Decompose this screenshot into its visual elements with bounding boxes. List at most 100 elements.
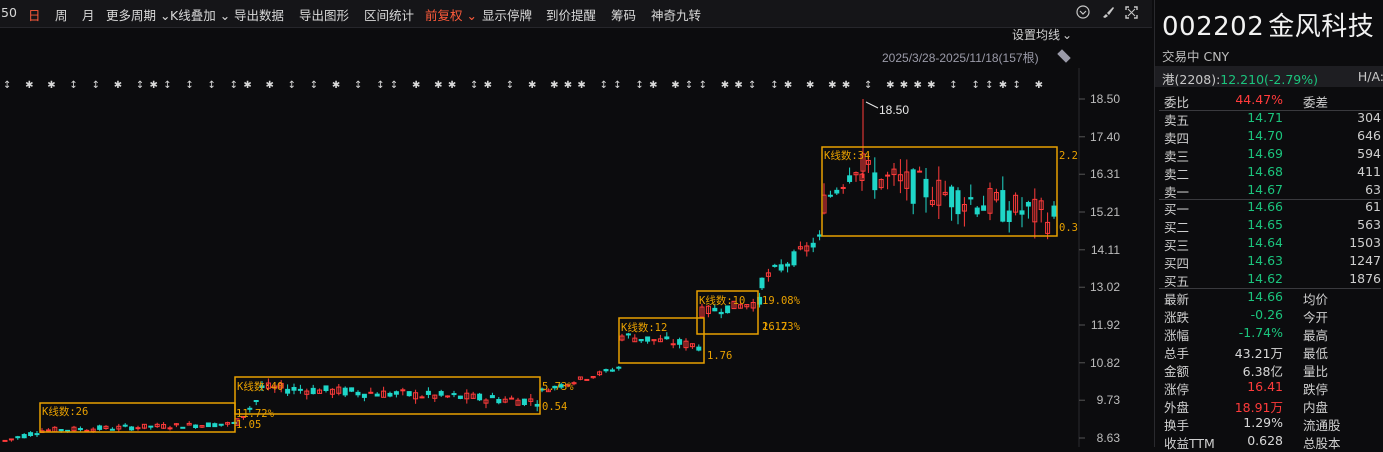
bid-row[interactable]: 买一 14.66 61 <box>1155 199 1383 217</box>
chevron-down-icon: ⌄ <box>219 8 231 23</box>
stat-row-label: 金额 <box>1164 364 1190 379</box>
bid-row[interactable]: 买五 14.62 1876 <box>1155 271 1383 289</box>
export-graph-button[interactable]: 导出图形 <box>299 5 349 24</box>
bid-row[interactable]: 买三 14.64 1503 <box>1155 235 1383 253</box>
candle-body <box>772 264 778 267</box>
candle-body <box>847 175 853 182</box>
kline-chart[interactable]: 设置均线 ⌄ 2025/3/28-2025/11/18(157根) ↕ ✱ ✱ … <box>0 28 1152 447</box>
ma-settings-chevron[interactable]: ⌄ <box>1062 28 1072 42</box>
chevron-circle-icon[interactable] <box>1076 5 1090 23</box>
stat-row[interactable]: 金额 6.38亿 量比 <box>1155 361 1383 379</box>
brush-icon[interactable] <box>1101 5 1115 23</box>
ask-row[interactable]: 卖一 14.67 63 <box>1155 182 1383 200</box>
ask-row-label: 卖四 <box>1164 131 1190 146</box>
candle-body <box>419 396 425 399</box>
pin-icon[interactable] <box>1057 49 1071 63</box>
stat-row-value: 14.66 <box>1247 289 1283 304</box>
candle-body <box>645 336 651 342</box>
candle-body <box>609 369 615 372</box>
ask-row-value: 14.71 <box>1247 110 1283 125</box>
stat-row-label2: 均价 <box>1303 292 1329 307</box>
show-suspension-button[interactable]: 显示停牌 <box>482 5 532 24</box>
hk-quote-bar[interactable]: 港(2208):12.210(-2.79%) H/A: <box>1155 66 1383 87</box>
ask-row[interactable]: 卖三 14.69 594 <box>1155 146 1383 164</box>
export-data-button[interactable]: 导出数据 <box>234 5 284 24</box>
trade-status: 交易中 CNY <box>1162 49 1230 64</box>
ma-settings-button[interactable]: 设置均线 <box>1012 28 1060 42</box>
stat-row[interactable]: 涨停 16.41 跌停 <box>1155 379 1383 397</box>
bid-row-volume: 1876 <box>1349 271 1381 286</box>
chips-button[interactable]: 筹码 <box>611 5 636 24</box>
candle-body <box>374 393 380 397</box>
stat-row-value: 43.21万 <box>1234 346 1283 361</box>
stat-row[interactable]: 外盘 18.91万 内盘 <box>1155 397 1383 415</box>
period-day[interactable]: 日 <box>28 5 41 24</box>
candle-body <box>58 429 64 432</box>
range-box-amp: 2.12 <box>762 321 787 333</box>
ask-row[interactable]: 卖五 14.71 304 <box>1155 110 1383 128</box>
candle-body <box>949 186 955 208</box>
bid-row-volume: 563 <box>1357 217 1381 232</box>
magic-nine-button[interactable]: 神奇九转 <box>651 5 701 24</box>
range-box-pct: 2.2 <box>1059 150 1078 162</box>
candle-body <box>438 391 444 396</box>
more-periods-dropdown[interactable]: 更多周期 ⌄ <box>106 5 170 24</box>
stat-row-label2: 内盘 <box>1303 400 1329 415</box>
stat-row-label2: 最低 <box>1303 346 1329 361</box>
bid-row-label: 买一 <box>1164 202 1190 217</box>
ask-row[interactable]: 卖四 14.70 646 <box>1155 128 1383 146</box>
candle-body <box>810 242 816 248</box>
stat-row-label2: 跌停 <box>1303 382 1329 397</box>
candle-body <box>122 424 128 427</box>
range-box-count: K线数:12 <box>621 321 667 334</box>
candle-body <box>65 429 71 432</box>
range-box-count: K线数:10 <box>699 294 745 307</box>
candle-body <box>968 197 974 200</box>
candle-body <box>8 438 14 441</box>
candle-body <box>872 172 878 191</box>
candle-body <box>21 434 27 439</box>
bid-row-value: 14.63 <box>1247 253 1283 268</box>
range-box-count: K线数:26 <box>42 405 88 418</box>
stat-row[interactable]: 涨跌 -0.26 今开 <box>1155 307 1383 325</box>
candle-body <box>205 422 211 428</box>
y-tick-label: 11.92 <box>1091 318 1120 332</box>
candle-body <box>34 433 40 436</box>
candle-body <box>509 397 515 400</box>
k-overlay-dropdown[interactable]: K线叠加 ⌄ <box>170 5 230 24</box>
bid-row[interactable]: 买二 14.65 563 <box>1155 217 1383 235</box>
candle-body <box>167 427 173 430</box>
candle-body <box>840 186 846 189</box>
kline-svg[interactable]: 设置均线 ⌄ 2025/3/28-2025/11/18(157根) ↕ ✱ ✱ … <box>0 28 1152 447</box>
candle-body <box>521 398 527 406</box>
bid-row-volume: 1247 <box>1349 253 1381 268</box>
period-week[interactable]: 周 <box>55 5 68 24</box>
bid-row-volume: 1503 <box>1349 235 1381 250</box>
expand-icon[interactable] <box>1124 5 1139 24</box>
range-stats-button[interactable]: 区间统计 <box>364 5 414 24</box>
candle-body <box>425 390 431 395</box>
bid-row-volume: 61 <box>1365 199 1381 214</box>
candle-body <box>712 307 718 312</box>
bid-row-value: 14.65 <box>1247 217 1283 232</box>
chevron-down-icon: ⌄ <box>160 8 171 23</box>
candle-body <box>97 425 103 430</box>
stat-row[interactable]: 最新 14.66 均价 <box>1155 289 1383 307</box>
period-50[interactable]: 50 <box>1 5 17 20</box>
forward-adjust-dropdown[interactable]: 前复权 ⌄ <box>425 5 477 24</box>
bid-row[interactable]: 买四 14.63 1247 <box>1155 253 1383 271</box>
stat-row[interactable]: 收益TTM 0.628 总股本 <box>1155 433 1383 451</box>
candle-body <box>148 425 154 428</box>
stat-row[interactable]: 总手 43.21万 最低 <box>1155 343 1383 361</box>
stat-row[interactable]: 涨幅 -1.74% 最高 <box>1155 325 1383 343</box>
price-alert-button[interactable]: 到价提醒 <box>546 5 596 24</box>
bid-row-label: 买三 <box>1164 238 1190 253</box>
candle-body <box>15 436 21 439</box>
period-month[interactable]: 月 <box>82 5 95 24</box>
ask-row-volume: 63 <box>1365 182 1381 197</box>
range-box-amp: 1.05 <box>236 419 261 431</box>
candle-body <box>451 393 457 396</box>
ask-row[interactable]: 卖二 14.68 411 <box>1155 164 1383 182</box>
stat-row[interactable]: 换手 1.29% 流通股 <box>1155 415 1383 433</box>
stat-row-label2: 总股本 <box>1303 436 1341 451</box>
